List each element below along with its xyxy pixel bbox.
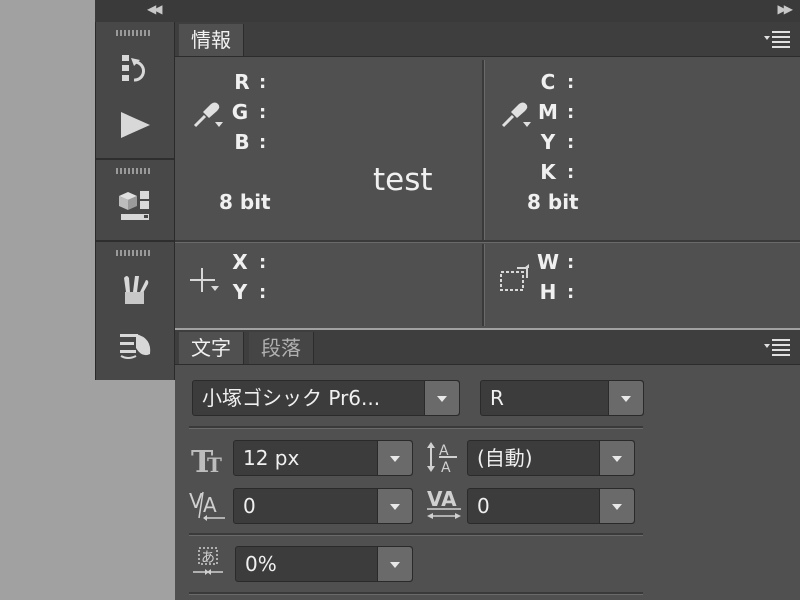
chevron-down-icon[interactable] xyxy=(608,381,643,415)
chevron-down-icon[interactable] xyxy=(377,489,412,523)
svg-text:あ: あ xyxy=(201,550,215,566)
tsume-field[interactable]: 0% xyxy=(235,546,413,582)
colon: : xyxy=(259,252,267,273)
chevron-down-icon[interactable] xyxy=(377,441,412,475)
y-coord-label: Y xyxy=(232,280,248,304)
panel-icon-strip xyxy=(95,22,175,380)
chevron-down-icon[interactable] xyxy=(377,547,412,581)
character-panel: 文字 段落 小塚ゴシック Pr6... R T T 12 px A A (自動)… xyxy=(175,330,800,600)
history-icon[interactable] xyxy=(118,52,152,86)
kerning-value: 0 xyxy=(243,494,256,518)
h-label: H xyxy=(539,280,557,304)
divider-vertical xyxy=(482,244,485,326)
grip-handle[interactable] xyxy=(116,168,152,174)
divider-horizontal xyxy=(175,240,800,243)
properties-3d-icon[interactable] xyxy=(118,188,152,222)
eyedropper-icon[interactable] xyxy=(191,100,223,130)
chevron-down-icon[interactable] xyxy=(599,441,634,475)
collapse-right-icon[interactable]: ▶▶ xyxy=(778,2,794,16)
collapse-left-icon[interactable]: ◀◀ xyxy=(147,2,163,16)
strip-divider xyxy=(96,240,174,242)
tab-info[interactable]: 情報 xyxy=(179,24,244,56)
tracking-field[interactable]: 0 xyxy=(467,488,635,524)
tab-character[interactable]: 文字 xyxy=(179,332,244,364)
actions-play-icon[interactable] xyxy=(118,108,152,142)
colon: : xyxy=(259,282,267,303)
font-size-icon: T T xyxy=(191,445,222,476)
colon: : xyxy=(567,72,575,93)
panel-menu-icon[interactable] xyxy=(764,338,790,356)
chevron-down-icon[interactable] xyxy=(424,381,459,415)
tracking-value: 0 xyxy=(477,494,490,518)
sample-text: test xyxy=(373,162,433,198)
font-family-dropdown[interactable]: 小塚ゴシック Pr6... xyxy=(192,380,460,416)
leading-value: (自動) xyxy=(477,446,533,470)
colon: : xyxy=(567,282,575,303)
kerning-field[interactable]: 0 xyxy=(233,488,413,524)
svg-text:A: A xyxy=(441,460,451,474)
svg-text:VA: VA xyxy=(427,487,457,511)
svg-text:A: A xyxy=(203,493,217,517)
colon: : xyxy=(567,252,575,273)
divider-horizontal xyxy=(189,592,643,595)
tab-paragraph[interactable]: 段落 xyxy=(249,332,314,364)
bit-depth-left: 8 bit xyxy=(219,190,271,214)
colon: : xyxy=(259,102,267,123)
divider-horizontal xyxy=(189,533,643,536)
divider-horizontal xyxy=(189,426,643,429)
character-tab-bar: 文字 段落 xyxy=(175,330,800,365)
brush-presets-icon[interactable] xyxy=(118,328,152,362)
brushes-icon[interactable] xyxy=(118,272,152,306)
font-style-value: R xyxy=(490,386,504,410)
bit-depth-right: 8 bit xyxy=(527,190,579,214)
tracking-icon: VA xyxy=(427,487,461,519)
info-panel: 情報 R : G : B : 8 bit test C : M : Y : K … xyxy=(175,22,800,328)
y-label: Y xyxy=(540,130,556,154)
font-family-value: 小塚ゴシック Pr6... xyxy=(202,386,381,410)
r-label: R xyxy=(234,70,250,94)
leading-icon: A A xyxy=(427,442,457,474)
tsume-icon: あ xyxy=(193,547,223,575)
font-size-field[interactable]: 12 px xyxy=(233,440,413,476)
font-style-dropdown[interactable]: R xyxy=(480,380,644,416)
chevron-down-icon[interactable] xyxy=(599,489,634,523)
strip-divider xyxy=(96,158,174,160)
colon: : xyxy=(259,72,267,93)
leading-field[interactable]: (自動) xyxy=(467,440,635,476)
w-label: W xyxy=(536,250,560,274)
tsume-value: 0% xyxy=(245,552,277,576)
b-label: B xyxy=(234,130,250,154)
g-label: G xyxy=(231,100,249,124)
crosshair-icon xyxy=(190,268,219,292)
k-label: K xyxy=(540,160,556,184)
m-label: M xyxy=(538,100,558,124)
svg-text:T: T xyxy=(207,453,222,476)
grip-handle[interactable] xyxy=(116,250,152,256)
colon: : xyxy=(259,132,267,153)
panel-menu-icon[interactable] xyxy=(764,30,790,48)
grip-handle[interactable] xyxy=(116,30,152,36)
kerning-icon: V A xyxy=(189,489,225,521)
info-tab-bar: 情報 xyxy=(175,22,800,57)
colon: : xyxy=(567,162,575,183)
x-label: X xyxy=(232,250,248,274)
c-label: C xyxy=(540,70,556,94)
colon: : xyxy=(567,102,575,123)
selection-size-icon xyxy=(500,264,529,291)
divider-vertical xyxy=(482,60,485,240)
colon: : xyxy=(567,132,575,153)
eyedropper-icon[interactable] xyxy=(499,100,531,130)
panel-dock-header: ◀◀ ▶▶ xyxy=(95,0,800,23)
font-size-value: 12 px xyxy=(243,446,300,470)
